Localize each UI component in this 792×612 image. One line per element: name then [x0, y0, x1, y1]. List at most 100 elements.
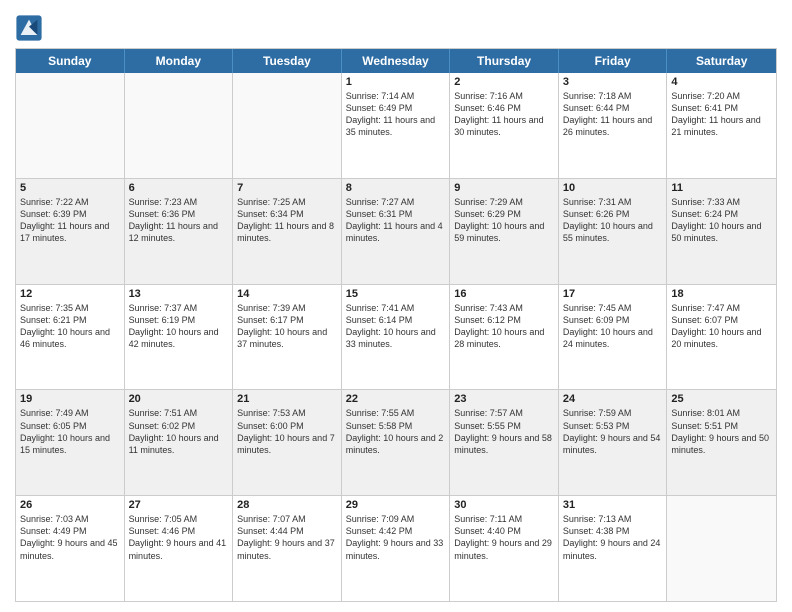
day-number: 30 [454, 499, 554, 511]
day-cell-7: 7 Sunrise: 7:25 AMSunset: 6:34 PMDaylight… [233, 179, 342, 284]
header-day-sunday: Sunday [16, 49, 125, 73]
day-cell-16: 16 Sunrise: 7:43 AMSunset: 6:12 PMDayligh… [450, 285, 559, 390]
day-info: Sunrise: 7:35 AMSunset: 6:21 PMDaylight:… [20, 302, 120, 351]
day-number: 13 [129, 288, 229, 300]
day-number: 15 [346, 288, 446, 300]
day-info: Sunrise: 7:14 AMSunset: 6:49 PMDaylight:… [346, 90, 446, 139]
day-number: 31 [563, 499, 663, 511]
empty-cell-4-6 [667, 496, 776, 601]
day-info: Sunrise: 7:13 AMSunset: 4:38 PMDaylight:… [563, 513, 663, 562]
day-cell-8: 8 Sunrise: 7:27 AMSunset: 6:31 PMDaylight… [342, 179, 451, 284]
day-cell-14: 14Sunrise: 7:39 AMSunset: 6:17 PMDayligh… [233, 285, 342, 390]
day-number: 7 [237, 182, 337, 194]
day-cell-5: 5Sunrise: 7:22 AMSunset: 6:39 PMDaylight… [16, 179, 125, 284]
day-cell-9: 9 Sunrise: 7:29 AMSunset: 6:29 PMDaylight… [450, 179, 559, 284]
logo-icon [15, 14, 43, 42]
day-number: 8 [346, 182, 446, 194]
day-info: Sunrise: 7:41 AMSunset: 6:14 PMDaylight:… [346, 302, 446, 351]
day-number: 25 [671, 393, 772, 405]
day-cell-30: 30 Sunrise: 7:11 AMSunset: 4:40 PMDayligh… [450, 496, 559, 601]
day-cell-27: 27Sunrise: 7:05 AMSunset: 4:46 PMDayligh… [125, 496, 234, 601]
day-cell-26: 26 Sunrise: 7:03 AMSunset: 4:49 PMDayligh… [16, 496, 125, 601]
day-cell-3: 3Sunrise: 7:18 AMSunset: 6:44 PMDaylight… [559, 73, 668, 178]
day-cell-28: 28 Sunrise: 7:07 AMSunset: 4:44 PMDayligh… [233, 496, 342, 601]
day-info: Sunrise: 8:01 AMSunset: 5:51 PMDaylight:… [671, 407, 772, 456]
day-info: Sunrise: 7:05 AMSunset: 4:46 PMDaylight:… [129, 513, 229, 562]
day-cell-11: 11 Sunrise: 7:33 AMSunset: 6:24 PMDayligh… [667, 179, 776, 284]
day-info: Sunrise: 7:31 AMSunset: 6:26 PMDaylight:… [563, 196, 663, 245]
day-info: Sunrise: 7:27 AMSunset: 6:31 PMDaylight:… [346, 196, 446, 245]
day-info: Sunrise: 7:45 AMSunset: 6:09 PMDaylight:… [563, 302, 663, 351]
day-cell-15: 15 Sunrise: 7:41 AMSunset: 6:14 PMDayligh… [342, 285, 451, 390]
day-info: Sunrise: 7:23 AMSunset: 6:36 PMDaylight:… [129, 196, 229, 245]
day-number: 20 [129, 393, 229, 405]
header-day-monday: Monday [125, 49, 234, 73]
day-number: 18 [671, 288, 772, 300]
day-number: 28 [237, 499, 337, 511]
day-cell-18: 18 Sunrise: 7:47 AMSunset: 6:07 PMDayligh… [667, 285, 776, 390]
day-info: Sunrise: 7:37 AMSunset: 6:19 PMDaylight:… [129, 302, 229, 351]
day-info: Sunrise: 7:07 AMSunset: 4:44 PMDaylight:… [237, 513, 337, 562]
day-number: 16 [454, 288, 554, 300]
day-number: 21 [237, 393, 337, 405]
calendar-row-0: 1Sunrise: 7:14 AMSunset: 6:49 PMDaylight… [16, 73, 776, 178]
day-number: 4 [671, 76, 772, 88]
day-cell-22: 22 Sunrise: 7:55 AMSunset: 5:58 PMDayligh… [342, 390, 451, 495]
calendar-body: 1Sunrise: 7:14 AMSunset: 6:49 PMDaylight… [16, 73, 776, 601]
calendar-row-2: 12 Sunrise: 7:35 AMSunset: 6:21 PMDayligh… [16, 284, 776, 390]
day-number: 6 [129, 182, 229, 194]
day-info: Sunrise: 7:53 AMSunset: 6:00 PMDaylight:… [237, 407, 337, 456]
day-number: 2 [454, 76, 554, 88]
day-number: 22 [346, 393, 446, 405]
day-info: Sunrise: 7:55 AMSunset: 5:58 PMDaylight:… [346, 407, 446, 456]
logo [15, 14, 47, 42]
day-cell-29: 29Sunrise: 7:09 AMSunset: 4:42 PMDayligh… [342, 496, 451, 601]
empty-cell-0-1 [125, 73, 234, 178]
day-info: Sunrise: 7:18 AMSunset: 6:44 PMDaylight:… [563, 90, 663, 139]
calendar: SundayMondayTuesdayWednesdayThursdayFrid… [15, 48, 777, 602]
day-info: Sunrise: 7:33 AMSunset: 6:24 PMDaylight:… [671, 196, 772, 245]
empty-cell-0-2 [233, 73, 342, 178]
day-cell-17: 17 Sunrise: 7:45 AMSunset: 6:09 PMDayligh… [559, 285, 668, 390]
day-info: Sunrise: 7:57 AMSunset: 5:55 PMDaylight:… [454, 407, 554, 456]
day-info: Sunrise: 7:11 AMSunset: 4:40 PMDaylight:… [454, 513, 554, 562]
day-number: 14 [237, 288, 337, 300]
day-number: 11 [671, 182, 772, 194]
calendar-row-1: 5Sunrise: 7:22 AMSunset: 6:39 PMDaylight… [16, 178, 776, 284]
day-info: Sunrise: 7:51 AMSunset: 6:02 PMDaylight:… [129, 407, 229, 456]
day-number: 17 [563, 288, 663, 300]
day-cell-2: 2Sunrise: 7:16 AMSunset: 6:46 PMDaylight… [450, 73, 559, 178]
day-cell-21: 21 Sunrise: 7:53 AMSunset: 6:00 PMDayligh… [233, 390, 342, 495]
page: SundayMondayTuesdayWednesdayThursdayFrid… [0, 0, 792, 612]
day-cell-19: 19 Sunrise: 7:49 AMSunset: 6:05 PMDayligh… [16, 390, 125, 495]
day-info: Sunrise: 7:20 AMSunset: 6:41 PMDaylight:… [671, 90, 772, 139]
day-info: Sunrise: 7:49 AMSunset: 6:05 PMDaylight:… [20, 407, 120, 456]
day-cell-13: 13 Sunrise: 7:37 AMSunset: 6:19 PMDayligh… [125, 285, 234, 390]
day-info: Sunrise: 7:29 AMSunset: 6:29 PMDaylight:… [454, 196, 554, 245]
day-info: Sunrise: 7:47 AMSunset: 6:07 PMDaylight:… [671, 302, 772, 351]
calendar-row-3: 19 Sunrise: 7:49 AMSunset: 6:05 PMDayligh… [16, 389, 776, 495]
header-day-tuesday: Tuesday [233, 49, 342, 73]
day-cell-24: 24 Sunrise: 7:59 AMSunset: 5:53 PMDayligh… [559, 390, 668, 495]
day-cell-25: 25 Sunrise: 8:01 AMSunset: 5:51 PMDayligh… [667, 390, 776, 495]
day-number: 19 [20, 393, 120, 405]
header-day-saturday: Saturday [667, 49, 776, 73]
day-info: Sunrise: 7:59 AMSunset: 5:53 PMDaylight:… [563, 407, 663, 456]
header-day-friday: Friday [559, 49, 668, 73]
day-cell-23: 23Sunrise: 7:57 AMSunset: 5:55 PMDayligh… [450, 390, 559, 495]
day-number: 24 [563, 393, 663, 405]
day-cell-4: 4 Sunrise: 7:20 AMSunset: 6:41 PMDaylight… [667, 73, 776, 178]
day-cell-12: 12 Sunrise: 7:35 AMSunset: 6:21 PMDayligh… [16, 285, 125, 390]
calendar-row-4: 26 Sunrise: 7:03 AMSunset: 4:49 PMDayligh… [16, 495, 776, 601]
empty-cell-0-0 [16, 73, 125, 178]
day-info: Sunrise: 7:03 AMSunset: 4:49 PMDaylight:… [20, 513, 120, 562]
header-day-wednesday: Wednesday [342, 49, 451, 73]
day-number: 9 [454, 182, 554, 194]
day-info: Sunrise: 7:25 AMSunset: 6:34 PMDaylight:… [237, 196, 337, 245]
header [15, 10, 777, 42]
day-number: 26 [20, 499, 120, 511]
day-number: 12 [20, 288, 120, 300]
day-cell-1: 1Sunrise: 7:14 AMSunset: 6:49 PMDaylight… [342, 73, 451, 178]
day-info: Sunrise: 7:43 AMSunset: 6:12 PMDaylight:… [454, 302, 554, 351]
header-day-thursday: Thursday [450, 49, 559, 73]
